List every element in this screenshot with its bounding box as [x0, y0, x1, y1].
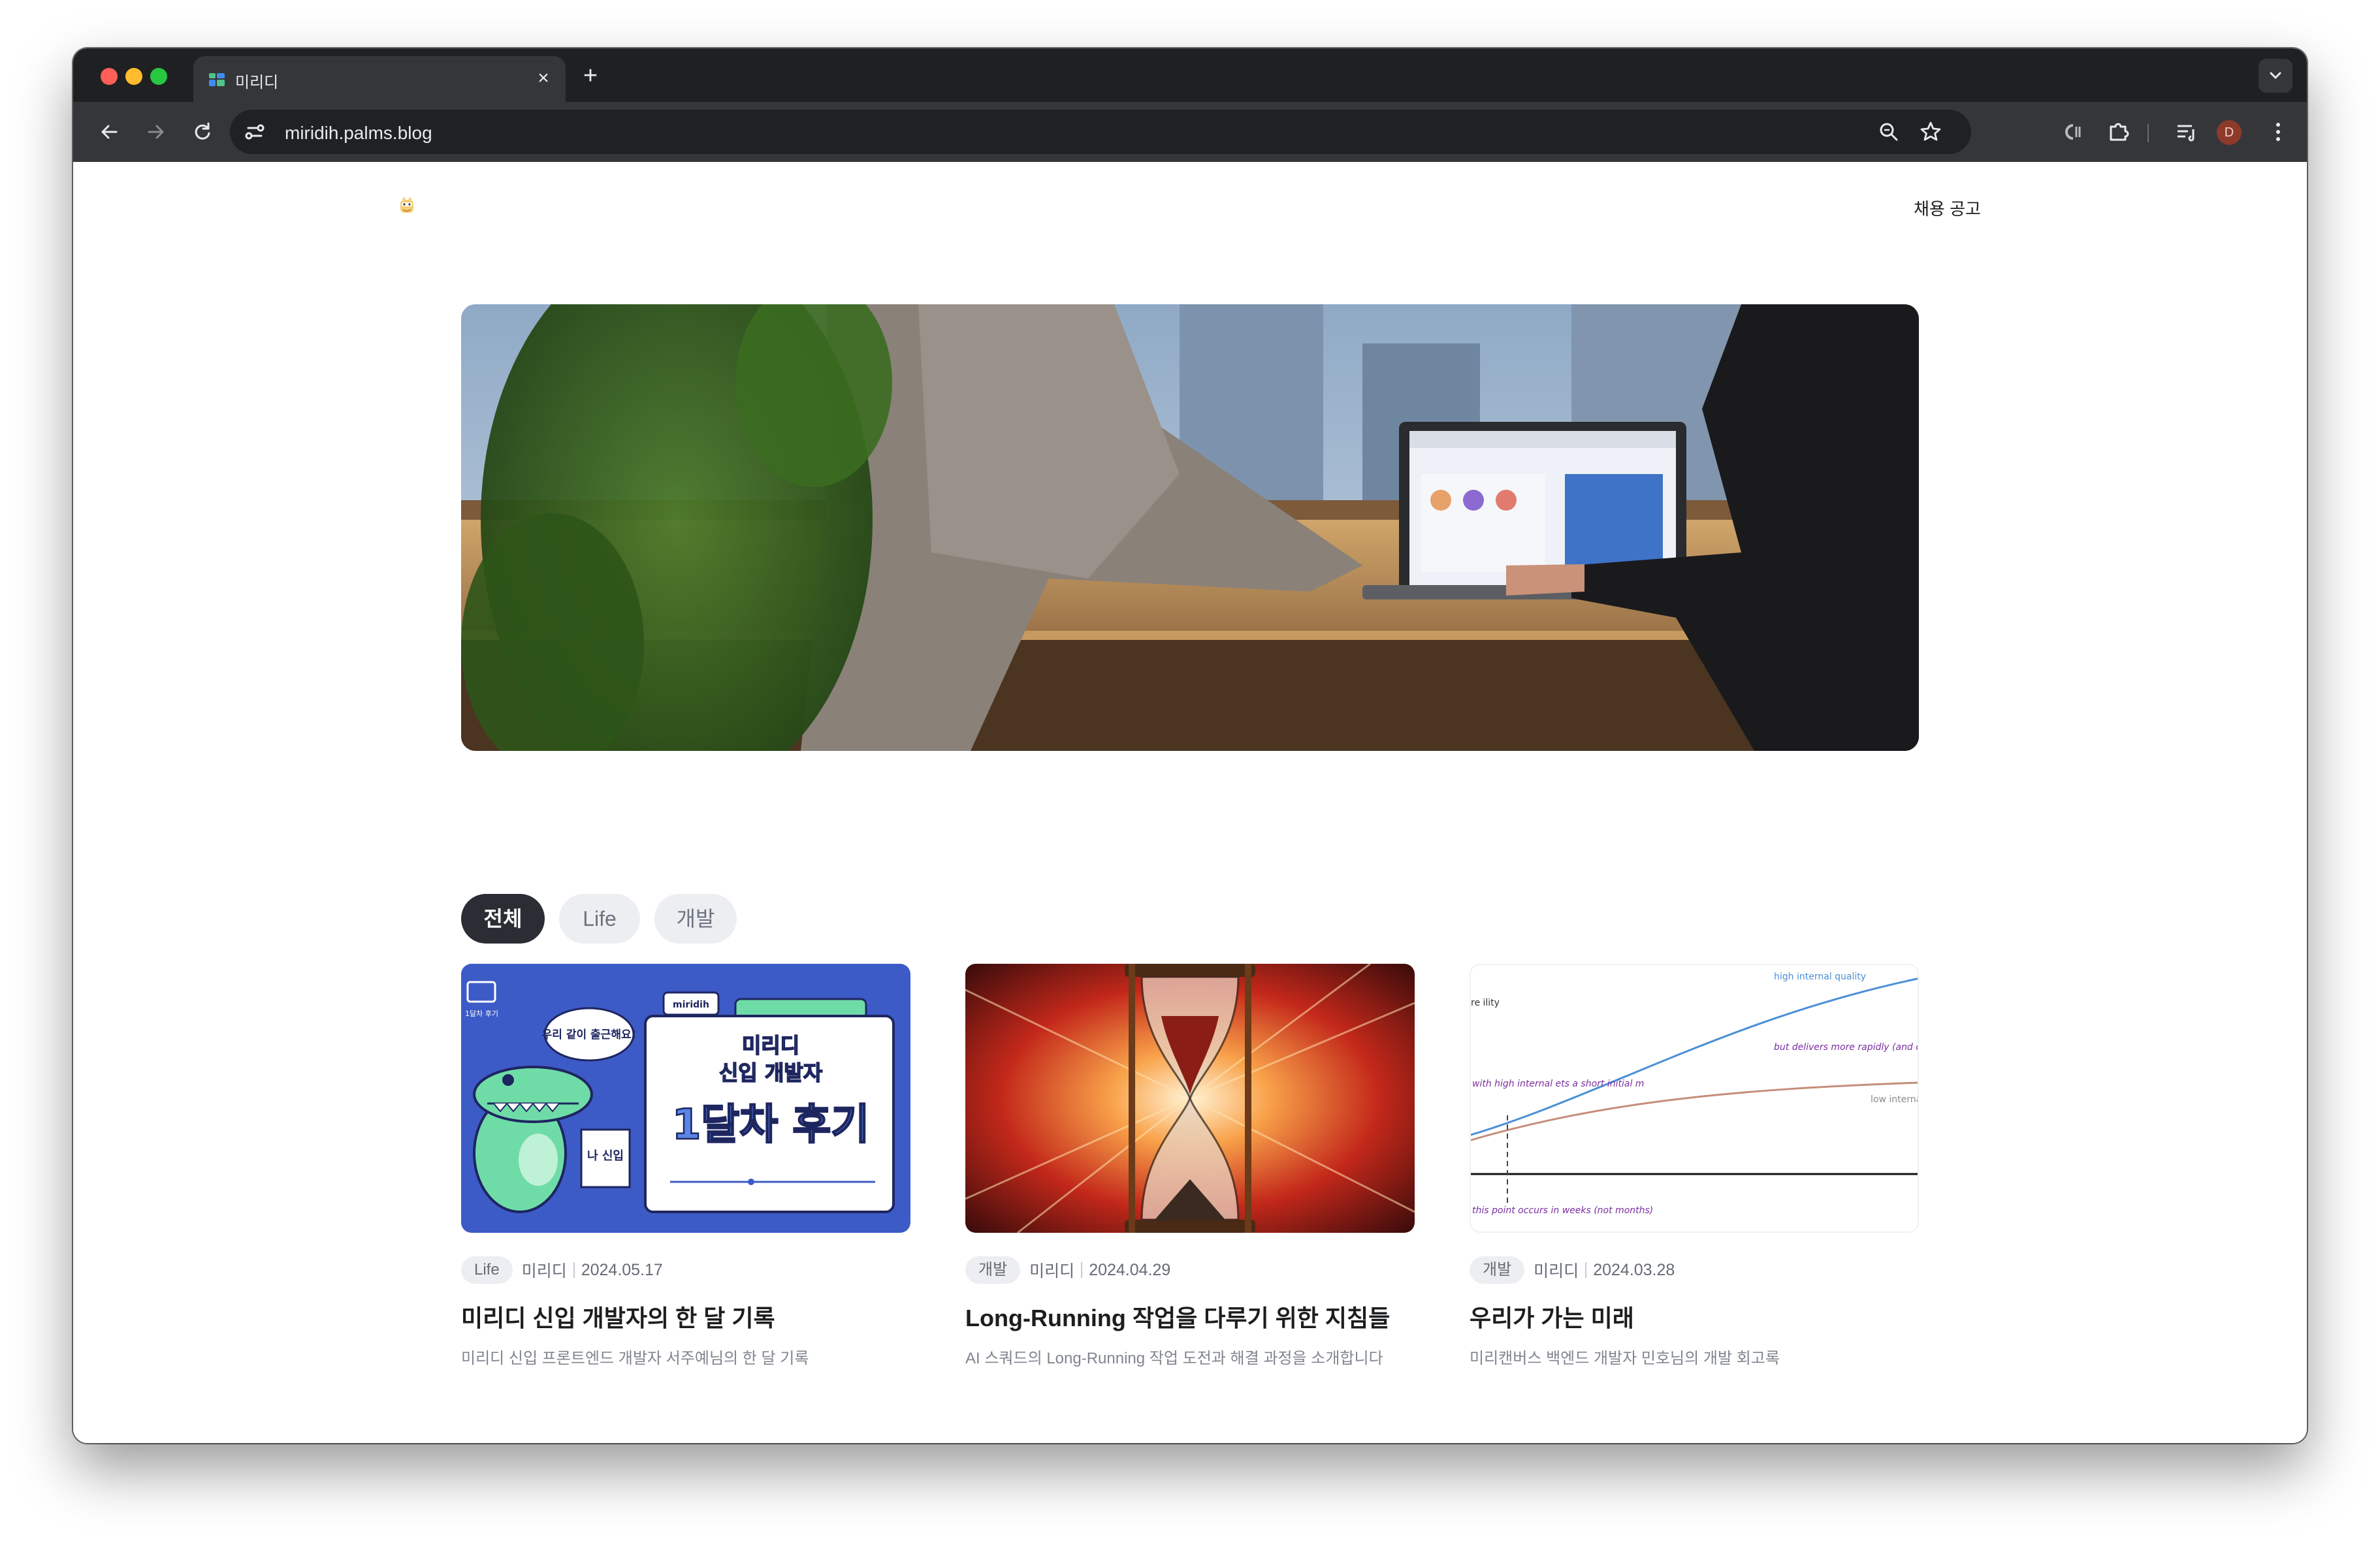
- post-meta: Life 미리디 2024.05.17: [461, 1256, 663, 1285]
- reload-icon[interactable]: [185, 115, 219, 149]
- chevron-down-icon: [2270, 72, 2281, 80]
- maximize-window-button[interactable]: [150, 68, 167, 85]
- post-description: AI 스쿼드의 Long-Running 작업 도전과 해결 과정을 소개합니다: [965, 1350, 1383, 1367]
- figure-label-rapid: but delivers more rapidly (and cheaply) …: [1774, 1042, 1919, 1053]
- bookmark-star-icon[interactable]: [1918, 119, 1944, 145]
- post-title[interactable]: Long-Running 작업을 다루기 위한 지침들: [965, 1299, 1390, 1333]
- close-tab-icon[interactable]: ×: [530, 65, 556, 91]
- meta-divider: [573, 1262, 575, 1278]
- meta-divider: [1585, 1262, 1587, 1278]
- zoom-icon[interactable]: [1876, 119, 1902, 145]
- more-menu-icon[interactable]: [2261, 115, 2295, 149]
- tab-title: 미리디: [235, 74, 279, 91]
- hero-banner-image: [461, 304, 1919, 751]
- post-title[interactable]: 우리가 가는 미래: [1470, 1299, 1634, 1333]
- post-thumbnail: 1달차 후기 우리 같이 출근해요! 나 신입 miridih 미리디 신입 개…: [461, 964, 910, 1233]
- post-date: 2024.03.28: [1593, 1260, 1675, 1279]
- nav-careers-link[interactable]: 채용 공고: [1914, 196, 1981, 220]
- post-meta: 개발 미리디 2024.03.28: [1470, 1256, 1675, 1285]
- address-bar[interactable]: miridih.palms.blog: [230, 110, 1971, 154]
- thumb-sign-text: 나 신입: [587, 1149, 624, 1163]
- close-window-button[interactable]: [101, 68, 118, 85]
- post-category-tag[interactable]: Life: [461, 1256, 513, 1284]
- post-author: 미리디: [1534, 1262, 1579, 1280]
- thumb-tab-label: miridih: [673, 1000, 709, 1010]
- post-description: 미리캔버스 백엔드 개발자 민호님의 개발 회고록: [1470, 1350, 1780, 1367]
- post-category-tag[interactable]: 개발: [965, 1256, 1021, 1284]
- filter-chip-life[interactable]: Life: [559, 894, 640, 944]
- post-thumbnail: [965, 964, 1415, 1233]
- post-title[interactable]: 미리디 신입 개발자의 한 달 기록: [461, 1299, 775, 1333]
- thumb-speech-bubble: 우리 같이 출근해요!: [542, 1028, 637, 1041]
- hero-office-illustration: [461, 304, 1919, 751]
- url-text: miridih.palms.blog: [285, 123, 432, 143]
- thumb-folder-label: 1달차 후기: [465, 1009, 498, 1018]
- new-tab-button[interactable]: +: [576, 61, 605, 90]
- site-logo-icon[interactable]: [396, 195, 418, 217]
- browser-tab[interactable]: 미리디 ×: [193, 56, 566, 102]
- post-thumbnail: high internal quality low interna but de…: [1470, 964, 1919, 1233]
- filter-chip-all[interactable]: 전체: [461, 894, 545, 944]
- quality-curve-figure: high internal quality low interna but de…: [1471, 965, 1919, 1231]
- figure-label-high-quality: high internal quality: [1774, 972, 1866, 982]
- figure-label-low-quality: low interna: [1871, 1094, 1919, 1105]
- toolbar-separator: [2147, 124, 2149, 142]
- post-date: 2024.05.17: [581, 1260, 663, 1279]
- post-category-tag[interactable]: 개발: [1470, 1256, 1525, 1284]
- thumb-headline-big: 1달차 후기: [672, 1101, 869, 1149]
- post-author: 미리디: [521, 1262, 567, 1280]
- back-arrow-icon[interactable]: [93, 115, 127, 149]
- figure-label-axis: re ility: [1471, 998, 1500, 1008]
- figure-label-point: this point occurs in weeks (not months): [1472, 1205, 1653, 1216]
- post-description: 미리디 신입 프론트엔드 개발자 서주예님의 한 달 기록: [461, 1350, 809, 1367]
- post-date: 2024.04.29: [1089, 1260, 1171, 1279]
- site-settings-icon[interactable]: [242, 119, 268, 145]
- filter-chip-dev[interactable]: 개발: [654, 894, 737, 944]
- tab-search-button[interactable]: [2259, 59, 2292, 93]
- forward-arrow-icon[interactable]: [138, 115, 172, 149]
- figure-label-short: with high internal ets a short initial m: [1472, 1079, 1644, 1089]
- profile-avatar[interactable]: D: [2217, 120, 2242, 145]
- browser-toolbar: miridih.palms.blog D: [73, 102, 2307, 162]
- reading-list-icon[interactable]: [2170, 115, 2204, 149]
- minimize-window-button[interactable]: [125, 68, 142, 85]
- meta-divider: [1081, 1262, 1083, 1278]
- page-content: 채용 공고 전체 Life 개발 1달차 후기 우리 같이 출근해요! 나 신입…: [73, 162, 2307, 1443]
- hourglass-illustration: [965, 964, 1415, 1233]
- thumb-headline-line2: 신입 개발자: [719, 1060, 823, 1085]
- extensions-puzzle-icon[interactable]: [2102, 115, 2136, 149]
- thumb-headline-line1: 미리디: [742, 1033, 799, 1058]
- tab-strip: 미리디 × +: [73, 48, 2307, 102]
- post-author: 미리디: [1029, 1262, 1075, 1280]
- site-favicon-icon: [209, 73, 225, 86]
- browser-window: 미리디 × + miridih.palms.blog D 채용 공고 전체 Li…: [73, 48, 2307, 1443]
- extension-c-icon[interactable]: [2055, 115, 2089, 149]
- post-meta: 개발 미리디 2024.04.29: [965, 1256, 1170, 1285]
